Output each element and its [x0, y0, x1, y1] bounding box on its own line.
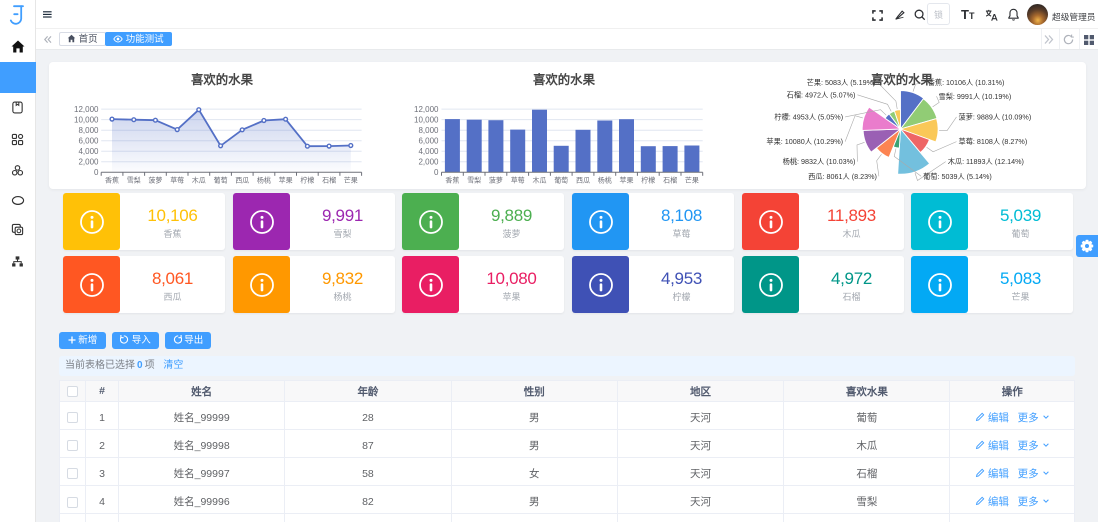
svg-text:12,000: 12,000	[414, 105, 439, 114]
svg-text:12,000: 12,000	[74, 105, 99, 114]
svg-text:10,000: 10,000	[414, 115, 439, 124]
svg-text:2,000: 2,000	[78, 158, 99, 167]
svg-text:木瓜: 木瓜	[533, 175, 547, 184]
svg-text:4,000: 4,000	[418, 147, 439, 156]
svg-text:草莓: 8108人 (8.27%): 草莓: 8108人 (8.27%)	[959, 137, 1028, 146]
svg-text:芒果: 芒果	[685, 175, 699, 184]
svg-text:葡萄: 5039人 (5.14%): 葡萄: 5039人 (5.14%)	[923, 172, 992, 181]
svg-text:雪梨: 9991人 (10.19%): 雪梨: 9991人 (10.19%)	[939, 92, 1012, 101]
svg-text:葡萄: 葡萄	[214, 175, 228, 184]
svg-text:柠檬: 柠檬	[300, 175, 314, 184]
svg-text:喜欢的水果: 喜欢的水果	[533, 72, 596, 87]
svg-text:草莓: 草莓	[511, 175, 525, 184]
svg-text:8,000: 8,000	[78, 126, 99, 135]
svg-text:菠萝: 菠萝	[148, 175, 162, 184]
svg-text:喜欢的水果: 喜欢的水果	[191, 72, 254, 87]
svg-text:6,000: 6,000	[418, 137, 439, 146]
svg-text:香蕉: 10106人 (10.31%): 香蕉: 10106人 (10.31%)	[928, 78, 1005, 87]
svg-text:柠檬: 柠檬	[641, 175, 655, 184]
svg-text:杨桃: 杨桃	[257, 175, 271, 184]
svg-text:柠檬: 4953人 (5.05%): 柠檬: 4953人 (5.05%)	[774, 113, 843, 122]
svg-text:苹果: 苹果	[279, 175, 293, 184]
svg-text:4,000: 4,000	[78, 147, 99, 156]
svg-text:石榴: 石榴	[663, 175, 677, 184]
svg-text:喜欢的水果: 喜欢的水果	[871, 72, 934, 87]
svg-text:0: 0	[434, 168, 439, 177]
svg-text:菠萝: 菠萝	[489, 175, 503, 184]
svg-text:8,000: 8,000	[418, 126, 439, 135]
svg-text:菠萝: 9889人 (10.09%): 菠萝: 9889人 (10.09%)	[959, 113, 1032, 122]
svg-text:6,000: 6,000	[78, 137, 99, 146]
svg-text:石榴: 4972人 (5.07%): 石榴: 4972人 (5.07%)	[787, 90, 856, 99]
svg-text:西瓜: 西瓜	[576, 176, 590, 184]
svg-text:雪梨: 雪梨	[127, 175, 141, 184]
svg-text:石榴: 石榴	[322, 175, 336, 184]
svg-text:葡萄: 葡萄	[554, 175, 568, 184]
svg-text:雪梨: 雪梨	[467, 175, 481, 184]
svg-text:苹果: 10080人 (10.29%): 苹果: 10080人 (10.29%)	[766, 137, 843, 146]
svg-text:芒果: 5083人 (5.19%): 芒果: 5083人 (5.19%)	[807, 78, 876, 87]
svg-text:0: 0	[94, 168, 99, 177]
svg-text:草莓: 草莓	[170, 175, 184, 184]
svg-text:10,000: 10,000	[74, 115, 99, 124]
svg-text:木瓜: 木瓜	[192, 175, 206, 184]
svg-text:杨桃: 杨桃	[598, 175, 612, 184]
svg-text:香蕉: 香蕉	[445, 175, 459, 184]
svg-text:西瓜: 8061人 (8.23%): 西瓜: 8061人 (8.23%)	[808, 172, 877, 181]
svg-text:芒果: 芒果	[344, 175, 358, 184]
svg-text:2,000: 2,000	[418, 158, 439, 167]
svg-text:西瓜: 西瓜	[235, 176, 249, 184]
svg-text:香蕉: 香蕉	[105, 175, 119, 184]
svg-text:木瓜: 11893人 (12.14%): 木瓜: 11893人 (12.14%)	[948, 157, 1024, 166]
svg-text:杨桃: 9832人 (10.03%): 杨桃: 9832人 (10.03%)	[783, 157, 856, 166]
svg-text:苹果: 苹果	[620, 175, 634, 184]
